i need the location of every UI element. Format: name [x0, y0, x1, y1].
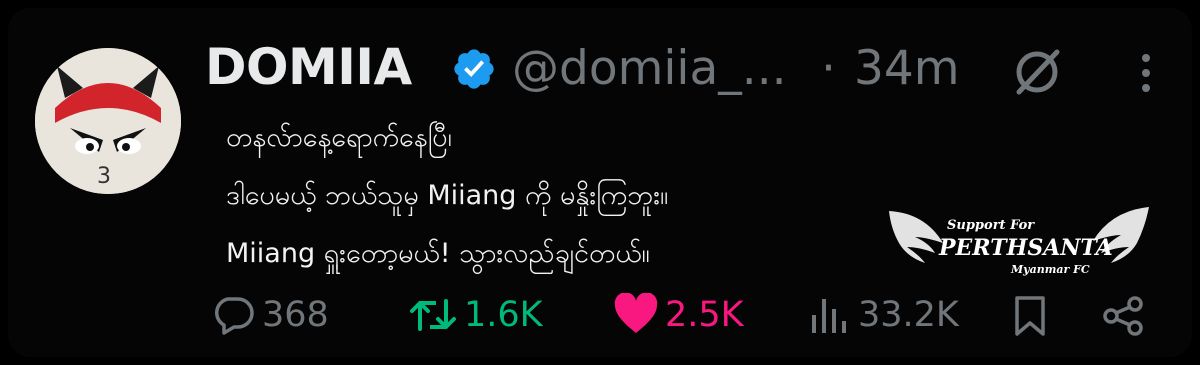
- svg-text:3: 3: [97, 164, 111, 189]
- tweet-text-line: ဒါပေမယ့် ဘယ်သူမှ Miiang ကို မနှိုးကြဘူး။: [226, 180, 669, 211]
- reply-icon: [215, 297, 254, 335]
- reply-count: 368: [262, 295, 329, 335]
- watermark-line3: Myanmar FC: [1010, 263, 1090, 276]
- separator-dot: ·: [821, 41, 836, 96]
- watermark-line2: PERTHSANTA: [938, 235, 1113, 261]
- like-count: 2.5K: [665, 295, 744, 335]
- views-button[interactable]: 33.2K: [808, 291, 959, 339]
- grok-icon[interactable]: [1011, 46, 1063, 98]
- heart-icon: [614, 293, 658, 333]
- tweet-card: 3 DOMIIA @domiia_... · 34m တနလ်ာနေ့ရောက်…: [8, 8, 1192, 357]
- tweet-text-line: တနလ်ာနေ့ရောက်နေပြီ၊: [226, 122, 452, 153]
- reply-button[interactable]: 368: [210, 291, 329, 339]
- author-handle[interactable]: @domiia_...: [512, 41, 787, 96]
- watermark-line1: Support For: [947, 218, 1035, 233]
- more-icon[interactable]: [1131, 50, 1161, 96]
- repost-icon: [410, 299, 456, 331]
- timestamp[interactable]: 34m: [854, 41, 960, 96]
- like-button[interactable]: 2.5K: [613, 291, 744, 339]
- avatar[interactable]: 3: [35, 48, 181, 194]
- tweet-text-line: Miiang ရှူးတော့မယ်! သွားလည်ချင်တယ်။: [226, 238, 650, 269]
- verified-badge-icon: [454, 49, 494, 89]
- author-name[interactable]: DOMIIA: [205, 38, 412, 96]
- repost-count: 1.6K: [464, 295, 543, 335]
- bookmark-icon[interactable]: [1011, 295, 1049, 337]
- views-count: 33.2K: [858, 295, 959, 335]
- repost-button[interactable]: 1.6K: [408, 291, 543, 339]
- share-icon[interactable]: [1101, 296, 1145, 336]
- views-icon: [812, 299, 846, 333]
- watermark-logo: Support For PERTHSANTA Myanmar FC: [889, 207, 1149, 276]
